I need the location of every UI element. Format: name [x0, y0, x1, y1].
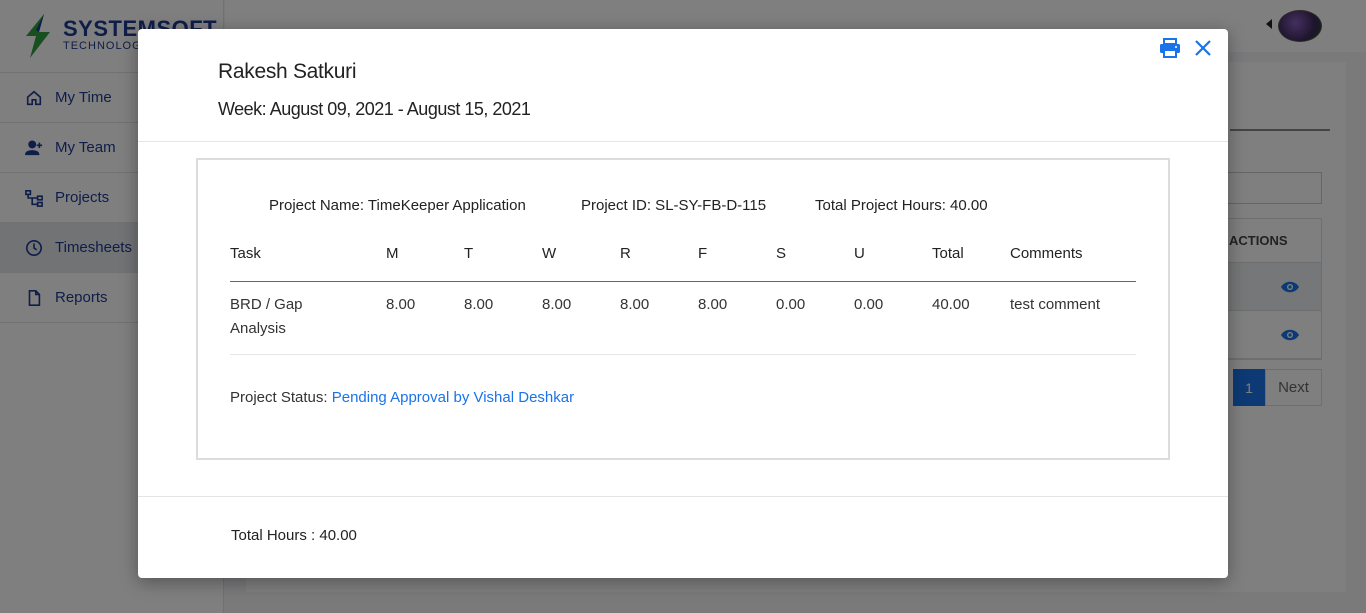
monday-hours: 8.00 [386, 296, 416, 313]
friday-hours: 8.00 [698, 296, 728, 313]
column-header-comments: Comments [1010, 245, 1083, 262]
thursday-hours: 8.00 [620, 296, 650, 313]
table-header-row: Task M T W R F S U Total Comments [230, 240, 1136, 282]
comments-cell: test comment [1010, 296, 1101, 313]
modal-header: Rakesh Satkuri Week: August 09, 2021 - A… [138, 29, 1228, 142]
total-hours: Total Hours : 40.00 [231, 527, 357, 544]
project-status: Project Status: Pending Approval by Vish… [230, 389, 574, 406]
saturday-hours: 0.00 [776, 296, 806, 313]
close-icon [1195, 40, 1211, 56]
task-table: Task M T W R F S U Total Comments BRD / … [230, 240, 1136, 355]
project-hours: Total Project Hours: 40.00 [815, 197, 988, 214]
column-header-task: Task [230, 245, 261, 262]
table-row: BRD / Gap Analysis 8.00 8.00 8.00 8.00 8… [230, 282, 1136, 355]
project-card: Project Name: TimeKeeper Application Pro… [196, 158, 1170, 460]
employee-name: Rakesh Satkuri [218, 60, 357, 83]
column-header-r: R [620, 245, 631, 262]
timesheet-detail-modal: Rakesh Satkuri Week: August 09, 2021 - A… [138, 29, 1228, 578]
column-header-t: T [464, 245, 474, 262]
column-header-u: U [854, 245, 865, 262]
close-button[interactable] [1193, 38, 1213, 58]
printer-icon [1160, 38, 1180, 58]
week-range: Week: August 09, 2021 - August 15, 2021 [218, 99, 531, 119]
column-header-m: M [386, 245, 399, 262]
wednesday-hours: 8.00 [542, 296, 572, 313]
task-cell: BRD / Gap Analysis [230, 296, 303, 337]
project-status-value: Pending Approval by Vishal Deshkar [331, 389, 575, 406]
column-header-s: S [776, 245, 787, 262]
column-header-f: F [698, 245, 708, 262]
sunday-hours: 0.00 [854, 296, 884, 313]
row-total-hours: 40.00 [932, 296, 970, 313]
project-name: Project Name: TimeKeeper Application [269, 197, 526, 214]
project-status-label: Project Status: [230, 389, 332, 406]
project-id: Project ID: SL-SY-FB-D-115 [581, 197, 767, 214]
column-header-w: W [542, 245, 557, 262]
column-header-total: Total [932, 245, 964, 262]
modal-footer: Total Hours : 40.00 [138, 496, 1228, 578]
print-button[interactable] [1159, 37, 1181, 59]
tuesday-hours: 8.00 [464, 296, 494, 313]
